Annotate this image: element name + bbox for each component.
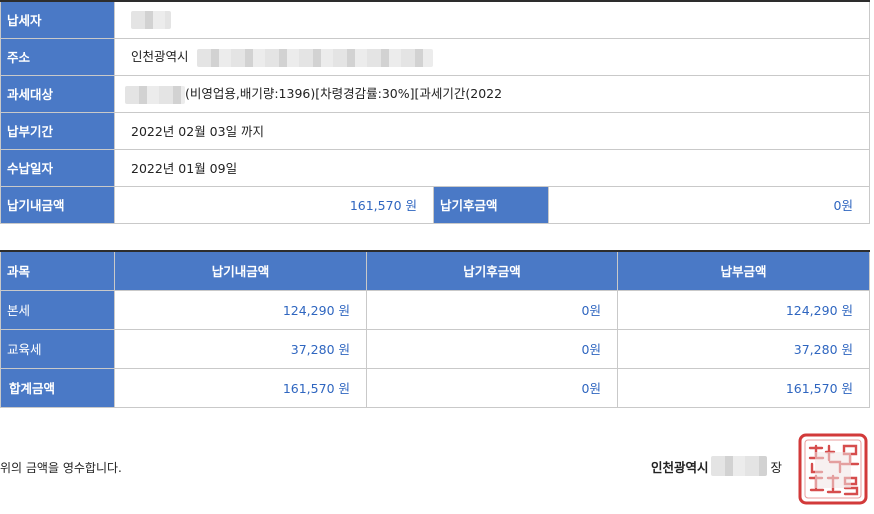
payer-row: 납세자 xyxy=(0,0,870,39)
receipt-statement: 위의 금액을 영수합니다. xyxy=(0,461,122,475)
before-due-label: 납기내금액 xyxy=(0,185,115,224)
address-row: 주소 인천광역시 xyxy=(0,37,870,76)
address-value: 인천광역시 xyxy=(114,37,870,76)
row-subject: 합계금액 xyxy=(0,367,115,408)
target-row: 과세대상 (비영업용,배기량:1396)[차령경감률:30%][과세기간(202… xyxy=(0,74,870,113)
signature-prefix: 인천광역시 xyxy=(651,459,709,475)
row-subject: 교육세 xyxy=(0,328,115,369)
row-before-due: 161,570 원 xyxy=(114,367,367,408)
header-subject: 과목 xyxy=(0,250,115,291)
signature-suffix: 장 xyxy=(770,459,783,475)
tax-breakdown-table: 과목 납기내금액 납기후금액 납부금액 본세 124,290 원 0원 124,… xyxy=(0,250,870,408)
taxpayer-info-table: 납세자 주소 인천광역시 과세대상 (비영업용,배기량:1396)[차령경감률:… xyxy=(0,0,870,224)
row-after-due: 0원 xyxy=(366,289,618,330)
after-due-value: 0원 xyxy=(548,185,870,224)
row-after-due: 0원 xyxy=(366,328,618,369)
header-paid: 납부금액 xyxy=(617,250,870,291)
redacted-vehicle xyxy=(125,85,185,104)
payer-label: 납세자 xyxy=(0,0,115,39)
official-seal-icon xyxy=(798,433,868,505)
due-label: 납부기간 xyxy=(0,111,115,150)
row-after-due: 0원 xyxy=(366,367,618,408)
row-paid: 124,290 원 xyxy=(617,289,870,330)
redacted-name xyxy=(131,10,171,29)
address-label: 주소 xyxy=(0,37,115,76)
issuer-signature: 인천광역시 장 xyxy=(651,456,782,476)
target-value: (비영업용,배기량:1396)[차령경감률:30%][과세기간(2022 xyxy=(114,74,870,113)
target-label: 과세대상 xyxy=(0,74,115,113)
after-due-label: 납기후금액 xyxy=(433,185,549,224)
receipt-date-value: 2022년 01월 09일 xyxy=(114,148,870,187)
receipt-date-row: 수납일자 2022년 01월 09일 xyxy=(0,148,870,187)
header-before-due: 납기내금액 xyxy=(114,250,367,291)
table-row: 교육세 37,280 원 0원 37,280 원 xyxy=(0,328,870,369)
header-after-due: 납기후금액 xyxy=(366,250,618,291)
target-text: (비영업용,배기량:1396)[차령경감률:30%][과세기간(2022 xyxy=(185,86,503,102)
table-row: 본세 124,290 원 0원 124,290 원 xyxy=(0,289,870,330)
due-value: 2022년 02월 03일 까지 xyxy=(114,111,870,150)
table-row: 합계금액 161,570 원 0원 161,570 원 xyxy=(0,367,870,408)
redacted-district xyxy=(710,456,767,476)
receipt-date-label: 수납일자 xyxy=(0,148,115,187)
row-before-due: 37,280 원 xyxy=(114,328,367,369)
row-paid: 161,570 원 xyxy=(617,367,870,408)
row-paid: 37,280 원 xyxy=(617,328,870,369)
amount-row: 납기내금액 161,570 원 납기후금액 0원 xyxy=(0,185,870,224)
tax-header-row: 과목 납기내금액 납기후금액 납부금액 xyxy=(0,250,870,291)
row-before-due: 124,290 원 xyxy=(114,289,367,330)
address-city: 인천광역시 xyxy=(131,49,189,65)
row-subject: 본세 xyxy=(0,289,115,330)
before-due-value: 161,570 원 xyxy=(114,185,434,224)
redacted-address xyxy=(196,48,433,67)
payer-value xyxy=(114,0,870,39)
due-row: 납부기간 2022년 02월 03일 까지 xyxy=(0,111,870,150)
